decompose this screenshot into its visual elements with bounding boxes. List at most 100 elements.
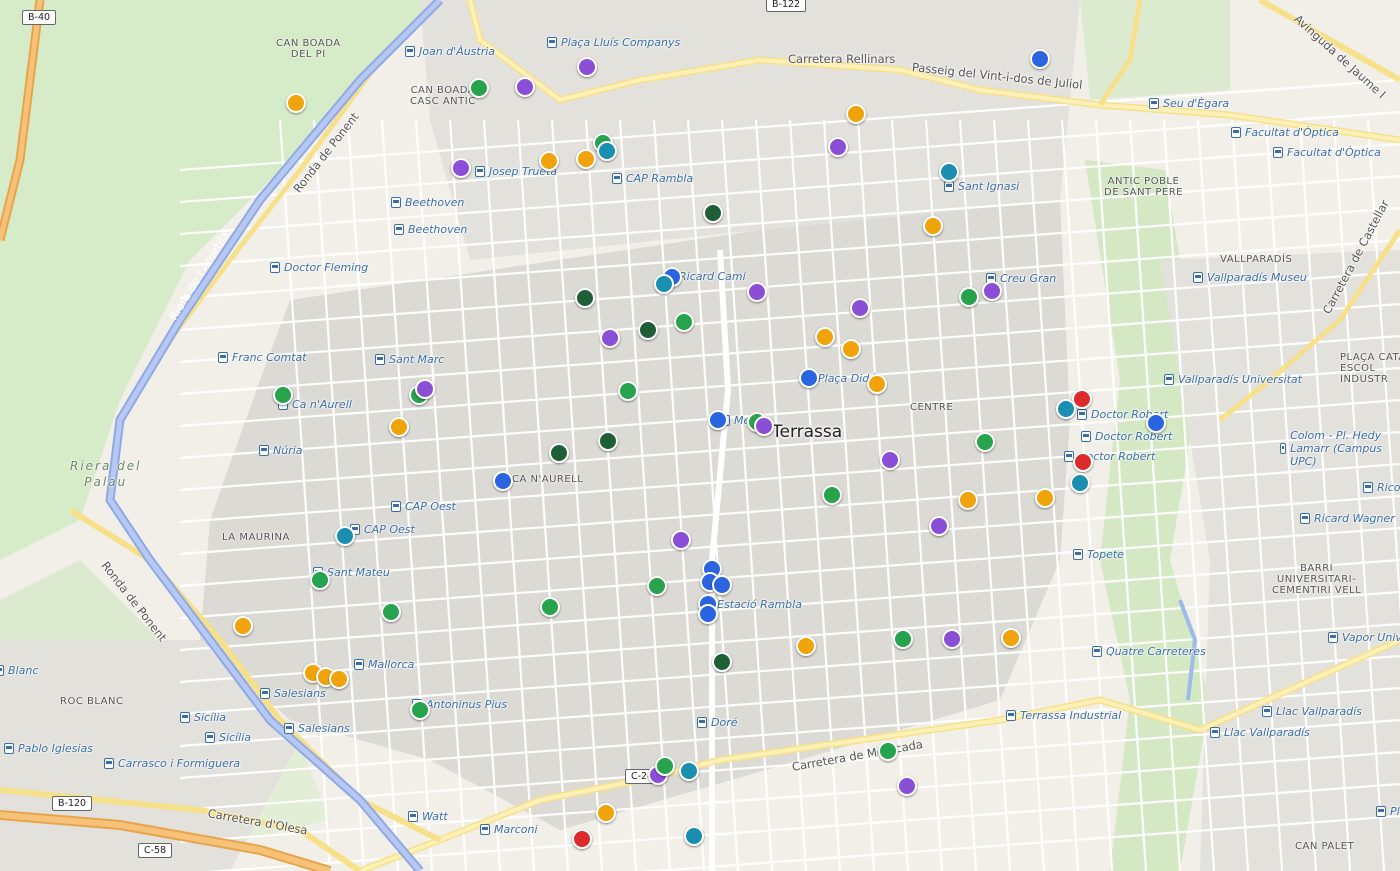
location-marker[interactable] bbox=[286, 93, 306, 113]
location-marker[interactable] bbox=[712, 652, 732, 672]
location-marker[interactable] bbox=[975, 432, 995, 452]
location-marker[interactable] bbox=[647, 576, 667, 596]
location-marker[interactable] bbox=[469, 78, 489, 98]
location-marker[interactable] bbox=[799, 368, 819, 388]
location-marker[interactable] bbox=[493, 471, 513, 491]
location-marker[interactable] bbox=[638, 320, 658, 340]
bus-stop[interactable]: Ricard Wagner bbox=[1300, 512, 1395, 525]
bus-stop[interactable]: Facultat d'Òptica bbox=[1231, 126, 1339, 139]
bus-stop[interactable]: Sicília bbox=[180, 711, 226, 724]
location-marker[interactable] bbox=[796, 636, 816, 656]
location-marker[interactable] bbox=[929, 516, 949, 536]
bus-stop[interactable]: Vapor Universitari bbox=[1328, 631, 1400, 644]
location-marker[interactable] bbox=[982, 281, 1002, 301]
bus-stop[interactable]: Sant Ignasi bbox=[944, 180, 1019, 193]
bus-stop[interactable]: Colom - Pl. Hedy Lamarr (Campus UPC) bbox=[1280, 429, 1400, 468]
location-marker[interactable] bbox=[654, 274, 674, 294]
location-marker[interactable] bbox=[747, 282, 767, 302]
bus-stop[interactable]: Pl. bbox=[1376, 805, 1400, 818]
bus-stop[interactable]: Salesians bbox=[284, 722, 350, 735]
location-marker[interactable] bbox=[712, 575, 732, 595]
location-marker[interactable] bbox=[273, 385, 293, 405]
location-marker[interactable] bbox=[329, 669, 349, 689]
location-marker[interactable] bbox=[1073, 452, 1093, 472]
location-marker[interactable] bbox=[233, 616, 253, 636]
location-marker[interactable] bbox=[939, 162, 959, 182]
bus-stop[interactable]: Terrassa Industrial bbox=[1006, 709, 1121, 722]
location-marker[interactable] bbox=[1001, 628, 1021, 648]
location-marker[interactable] bbox=[655, 756, 675, 776]
bus-stop[interactable]: Beethoven bbox=[391, 196, 464, 209]
location-marker[interactable] bbox=[451, 158, 471, 178]
bus-stop[interactable]: Quatre Carreteres bbox=[1092, 645, 1206, 658]
bus-stop[interactable]: Marconi bbox=[480, 823, 538, 836]
bus-stop[interactable]: Vallparadís Universitat bbox=[1164, 373, 1302, 386]
location-marker[interactable] bbox=[515, 77, 535, 97]
location-marker[interactable] bbox=[698, 604, 718, 624]
location-marker[interactable] bbox=[822, 485, 842, 505]
location-marker[interactable] bbox=[1146, 413, 1166, 433]
location-marker[interactable] bbox=[850, 298, 870, 318]
location-marker[interactable] bbox=[572, 829, 592, 849]
bus-stop[interactable]: Seu d'Ègara bbox=[1149, 97, 1229, 110]
map-canvas[interactable]: B-40 B-122 B-120 C-58 C-24 Ronda de Pone… bbox=[0, 0, 1400, 871]
location-marker[interactable] bbox=[600, 328, 620, 348]
location-marker[interactable] bbox=[575, 288, 595, 308]
bus-stop[interactable]: Salesians bbox=[260, 687, 326, 700]
location-marker[interactable] bbox=[958, 490, 978, 510]
location-marker[interactable] bbox=[897, 776, 917, 796]
location-marker[interactable] bbox=[549, 443, 569, 463]
location-marker[interactable] bbox=[389, 417, 409, 437]
location-marker[interactable] bbox=[878, 741, 898, 761]
bus-stop[interactable]: Vallparadís Museu bbox=[1193, 271, 1307, 284]
bus-stop[interactable]: Joan d'Àustria bbox=[405, 45, 495, 58]
location-marker[interactable] bbox=[846, 104, 866, 124]
location-marker[interactable] bbox=[959, 287, 979, 307]
location-marker[interactable] bbox=[597, 141, 617, 161]
location-marker[interactable] bbox=[1070, 473, 1090, 493]
bus-stop[interactable]: Rico bbox=[1363, 481, 1400, 494]
location-marker[interactable] bbox=[867, 374, 887, 394]
bus-stop[interactable]: Blanc bbox=[0, 664, 38, 677]
location-marker[interactable] bbox=[415, 379, 435, 399]
location-marker[interactable] bbox=[841, 339, 861, 359]
bus-stop[interactable]: Pablo Iglesias bbox=[4, 742, 93, 755]
location-marker[interactable] bbox=[410, 700, 430, 720]
location-marker[interactable] bbox=[674, 312, 694, 332]
bus-stop[interactable]: Topete bbox=[1073, 548, 1124, 561]
location-marker[interactable] bbox=[1056, 399, 1076, 419]
location-marker[interactable] bbox=[880, 450, 900, 470]
location-marker[interactable] bbox=[540, 597, 560, 617]
location-marker[interactable] bbox=[923, 216, 943, 236]
bus-stop[interactable]: Sant Marc bbox=[375, 353, 444, 366]
location-marker[interactable] bbox=[754, 416, 774, 436]
bus-stop[interactable]: Llac Vallparadís bbox=[1262, 705, 1362, 718]
location-marker[interactable] bbox=[684, 826, 704, 846]
location-marker[interactable] bbox=[310, 570, 330, 590]
bus-stop[interactable]: CAP Rambla bbox=[612, 172, 693, 185]
location-marker[interactable] bbox=[335, 526, 355, 546]
location-marker[interactable] bbox=[596, 803, 616, 823]
bus-stop[interactable]: CAP Oest bbox=[391, 500, 456, 513]
bus-stop[interactable]: Mallorca bbox=[354, 658, 414, 671]
location-marker[interactable] bbox=[679, 761, 699, 781]
location-marker[interactable] bbox=[893, 629, 913, 649]
location-marker[interactable] bbox=[703, 203, 723, 223]
location-marker[interactable] bbox=[618, 381, 638, 401]
location-marker[interactable] bbox=[671, 530, 691, 550]
bus-stop[interactable]: Facultat d'Òptica bbox=[1273, 146, 1381, 159]
bus-stop[interactable]: Núria bbox=[259, 444, 303, 457]
bus-stop[interactable]: Sicília bbox=[205, 731, 251, 744]
bus-stop[interactable]: Doré bbox=[697, 716, 738, 729]
location-marker[interactable] bbox=[539, 151, 559, 171]
location-marker[interactable] bbox=[1035, 488, 1055, 508]
location-marker[interactable] bbox=[1030, 49, 1050, 69]
bus-stop[interactable]: Watt bbox=[408, 810, 448, 823]
location-marker[interactable] bbox=[708, 410, 728, 430]
bus-stop[interactable]: Doctor Fleming bbox=[270, 261, 368, 274]
location-marker[interactable] bbox=[576, 149, 596, 169]
location-marker[interactable] bbox=[381, 602, 401, 622]
location-marker[interactable] bbox=[577, 57, 597, 77]
bus-stop[interactable]: Franc Comtat bbox=[218, 351, 307, 364]
bus-stop[interactable]: Beethoven bbox=[394, 223, 467, 236]
